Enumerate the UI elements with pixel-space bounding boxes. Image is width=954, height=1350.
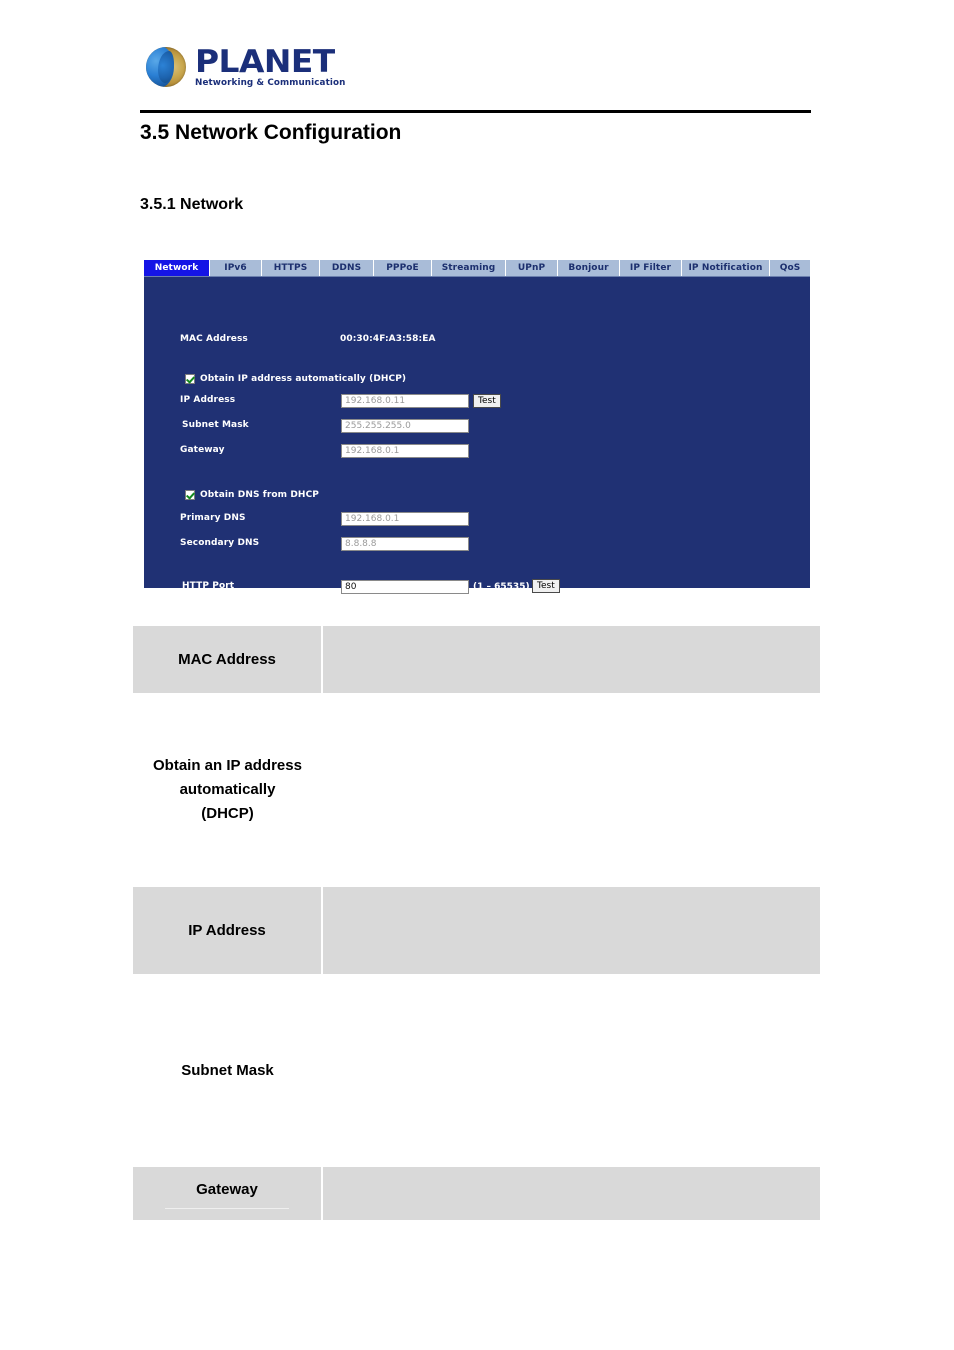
logo-wordmark: PLANET Networking & Communication [195, 46, 346, 88]
table-row: Gateway [133, 1167, 820, 1220]
tab-ipv6[interactable]: IPv6 [210, 259, 262, 276]
term-line: Gateway [196, 1181, 258, 1198]
tab-ip-notification[interactable]: IP Notification [682, 259, 770, 276]
row-term-mac-address: MAC Address [133, 626, 323, 693]
ip-address-test-button[interactable]: Test [473, 394, 501, 408]
tab-pppoe[interactable]: PPPoE [374, 259, 432, 276]
tab-https-label: HTTPS [273, 263, 308, 273]
tab-upnp[interactable]: UPnP [506, 259, 558, 276]
logo-brand-name: PLANET [195, 44, 335, 80]
tab-https[interactable]: HTTPS [262, 259, 320, 276]
tab-ip-notification-label: IP Notification [688, 263, 763, 273]
mac-address-label: MAC Address [180, 334, 248, 344]
tab-ddns-label: DDNS [331, 263, 362, 273]
http-port-range-hint: (1 – 65535) [473, 582, 530, 592]
ip-address-input[interactable]: 192.168.0.11 [341, 394, 469, 408]
planet-logo: PLANET Networking & Communication [146, 46, 346, 94]
term-line: automatically [179, 781, 276, 798]
term-line: Subnet Mask [181, 1061, 274, 1079]
camera-web-ui-panel: Network IPv6 HTTPS DDNS PPPoE Streaming … [144, 259, 810, 594]
table-row: Subnet Mask [133, 974, 820, 1167]
row-definition-subnet-mask [322, 974, 820, 1167]
tab-bonjour[interactable]: Bonjour [558, 259, 620, 276]
tab-qos-label: QoS [779, 263, 801, 273]
row-term-ip-address: IP Address [133, 887, 323, 974]
dns-checkbox-label: Obtain DNS from DHCP [200, 490, 319, 500]
term-line: IP Address [188, 921, 266, 939]
row-definition-obtain-ip-dhcp [322, 693, 820, 887]
secondary-dns-input[interactable]: 8.8.8.8 [341, 537, 469, 551]
http-port-label: HTTP Port [182, 581, 235, 591]
settings-tab-bar: Network IPv6 HTTPS DDNS PPPoE Streaming … [144, 259, 810, 277]
term-underline-stub [165, 1208, 289, 1209]
ip-address-label: IP Address [180, 395, 236, 405]
tab-network-label: Network [154, 263, 199, 273]
http-port-test-button[interactable]: Test [532, 579, 560, 593]
tab-ipv6-label: IPv6 [224, 263, 247, 273]
tab-network[interactable]: Network [144, 259, 210, 276]
row-term-obtain-ip-dhcp: Obtain an IP address automatically (DHCP… [133, 693, 322, 887]
gateway-input[interactable]: 192.168.0.1 [341, 444, 469, 458]
dns-checkbox-row[interactable]: Obtain DNS from DHCP [185, 490, 319, 500]
row-definition-ip-address [322, 887, 820, 974]
tab-bonjour-label: Bonjour [568, 263, 609, 273]
term-line: Obtain an IP address [153, 757, 302, 774]
tab-ip-filter[interactable]: IP Filter [620, 259, 682, 276]
http-port-input[interactable]: 80 [341, 580, 469, 594]
table-row: MAC Address [133, 626, 820, 693]
row-term-gateway: Gateway [133, 1167, 323, 1220]
mac-address-value: 00:30:4F:A3:58:EA [340, 334, 436, 344]
logo-tagline: Networking & Communication [195, 78, 346, 88]
document-page: PLANET Networking & Communication 3.5 Ne… [0, 0, 954, 1350]
field-description-table: MAC Address Obtain an IP address automat… [133, 626, 820, 1220]
tab-pppoe-label: PPPoE [386, 263, 419, 273]
term-line: MAC Address [178, 650, 276, 668]
primary-dns-input[interactable]: 192.168.0.1 [341, 512, 469, 526]
dns-checkbox[interactable] [185, 490, 195, 500]
table-row: Obtain an IP address automatically (DHCP… [133, 693, 820, 887]
tab-upnp-label: UPnP [517, 263, 546, 273]
row-term-subnet-mask: Subnet Mask [133, 974, 322, 1167]
page-title: 3.5 Network Configuration [140, 121, 402, 144]
header-divider-rule [140, 110, 811, 113]
tab-ip-filter-label: IP Filter [629, 263, 672, 273]
subnet-mask-input[interactable]: 255.255.255.0 [341, 419, 469, 433]
secondary-dns-label: Secondary DNS [180, 538, 260, 548]
term-line: (DHCP) [201, 805, 254, 822]
subnet-mask-label: Subnet Mask [182, 420, 249, 430]
dhcp-checkbox-label: Obtain IP address automatically (DHCP) [200, 374, 407, 384]
row-definition-gateway [322, 1167, 820, 1220]
globe-icon [146, 47, 186, 87]
tab-qos[interactable]: QoS [770, 259, 810, 276]
tab-ddns[interactable]: DDNS [320, 259, 374, 276]
network-settings-form: MAC Address 00:30:4F:A3:58:EA Obtain IP … [144, 277, 810, 594]
table-row: IP Address [133, 887, 820, 974]
tab-streaming-label: Streaming [441, 263, 496, 273]
dhcp-checkbox[interactable] [185, 374, 195, 384]
dhcp-checkbox-row[interactable]: Obtain IP address automatically (DHCP) [185, 374, 406, 384]
subsection-title: 3.5.1 Network [140, 196, 244, 213]
gateway-label: Gateway [180, 445, 225, 455]
primary-dns-label: Primary DNS [180, 513, 246, 523]
tab-streaming[interactable]: Streaming [432, 259, 506, 276]
row-definition-mac-address [322, 626, 820, 693]
